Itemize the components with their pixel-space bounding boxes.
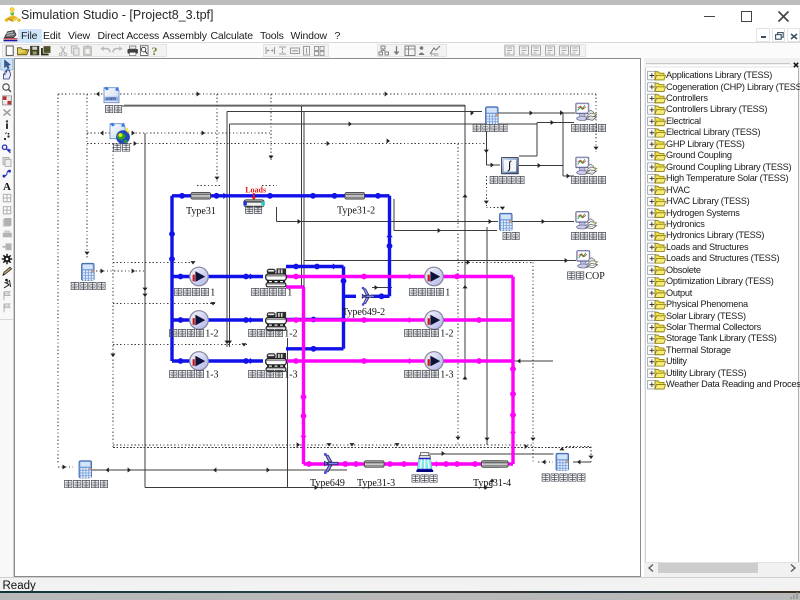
svg-text:1: 1 <box>287 287 292 298</box>
svg-text:Type649: Type649 <box>310 478 345 489</box>
svg-text:1: 1 <box>210 287 215 298</box>
svg-text:1-3: 1-3 <box>440 369 453 380</box>
svg-text:Type31-3: Type31-3 <box>357 478 395 489</box>
svg-text:Type31-4: Type31-4 <box>473 478 511 489</box>
svg-text:1-2: 1-2 <box>284 328 297 339</box>
svg-text:Loads: Loads <box>245 185 266 194</box>
svg-text:1-3: 1-3 <box>284 369 297 380</box>
svg-text:A: A <box>3 181 11 193</box>
svg-text:COP: COP <box>585 271 605 282</box>
svg-text:1: 1 <box>445 287 450 298</box>
svg-text:PID: PID <box>431 52 439 57</box>
svg-text:1-3: 1-3 <box>205 369 218 380</box>
svg-text:1-2: 1-2 <box>440 328 453 339</box>
svg-text:1-2: 1-2 <box>205 328 218 339</box>
svg-text:Type649-2: Type649-2 <box>342 307 385 318</box>
svg-text:Type31-2: Type31-2 <box>337 206 375 217</box>
svg-text:Type31: Type31 <box>186 206 216 217</box>
svg-text:?: ? <box>152 44 158 58</box>
